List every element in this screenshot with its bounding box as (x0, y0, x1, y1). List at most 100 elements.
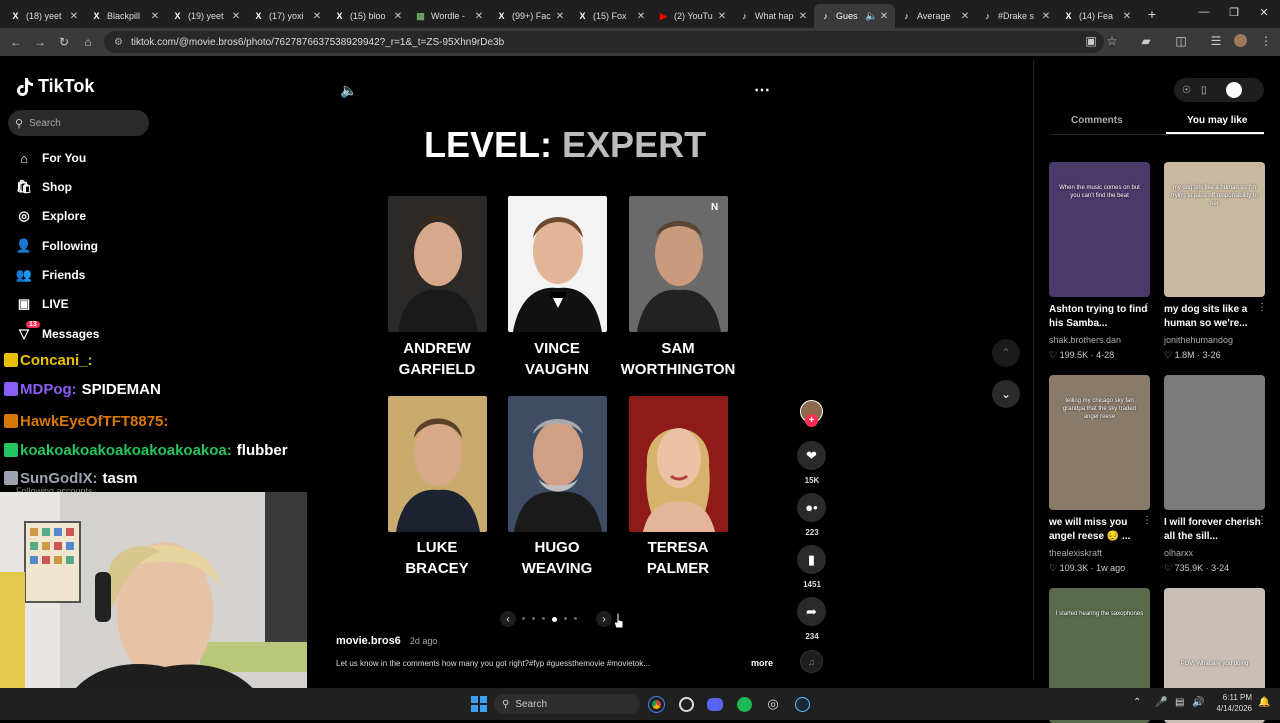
toggle-knob[interactable] (1226, 82, 1243, 98)
browser-tab[interactable]: ♪ What hap ✕ (733, 4, 814, 28)
recommended-video-author[interactable]: shak.brothers.dan (1049, 335, 1121, 345)
phone-icon[interactable]: ▯ (1201, 85, 1207, 96)
author-link[interactable]: movie.bros6 (336, 635, 401, 647)
comment-button[interactable]: ●• (797, 493, 826, 522)
tab-audio-icon[interactable]: 🔈 (865, 11, 877, 22)
network-icon[interactable]: ▤ (1175, 697, 1184, 708)
sidebar-item-shop[interactable]: 🛍 Shop (16, 176, 72, 198)
chrome-icon[interactable] (645, 694, 667, 714)
browser-tab[interactable]: X (14) Fea ✕ (1057, 4, 1138, 28)
sidebar-item-following[interactable]: 👤 Following (16, 235, 98, 257)
recommended-video-thumbnail[interactable]: When the music comes on but you can't fi… (1049, 162, 1150, 297)
recommended-video-thumbnail[interactable]: telling my chicago sky fan grandpa that … (1049, 375, 1150, 510)
maximize-icon[interactable]: ❐ (1226, 6, 1242, 19)
volume-tray-icon[interactable]: 🔊 (1192, 697, 1204, 708)
like-button[interactable]: ❤ (797, 441, 826, 470)
previous-video-button[interactable]: ⌃ (992, 339, 1020, 367)
bookmark-star-icon[interactable]: ☆ (1104, 34, 1120, 48)
tray-overflow-icon[interactable]: ⌃ (1133, 697, 1141, 708)
install-app-icon[interactable]: ▣ (1083, 34, 1099, 48)
tab-you-may-like[interactable]: You may like (1187, 115, 1247, 126)
close-tab-icon[interactable]: ✕ (231, 11, 241, 22)
address-bar[interactable]: ⚙ tiktok.com/@movie.bros6/photo/76278766… (104, 31, 1104, 53)
carousel-dot[interactable] (532, 617, 535, 620)
caption-more-button[interactable]: more (751, 658, 773, 668)
next-video-button[interactable]: ⌄ (992, 380, 1020, 408)
sidebar-item-live[interactable]: ▣ LIVE (16, 293, 69, 315)
notifications-icon[interactable]: 🔔 (1258, 697, 1270, 708)
video-more-icon[interactable]: ⋮ (1257, 515, 1267, 526)
close-tab-icon[interactable]: ✕ (879, 11, 889, 22)
search-input[interactable]: ⚲ Search (8, 110, 149, 136)
video-more-icon[interactable]: ⋮ (1257, 302, 1267, 313)
carousel-prev-button[interactable]: ‹ (500, 611, 516, 627)
follow-plus-button[interactable]: + (805, 414, 818, 427)
browser-tab[interactable]: X Blackpill ✕ (85, 4, 166, 28)
browser-tab[interactable]: X (15) Fox ✕ (571, 4, 652, 28)
taskbar-search[interactable]: ⚲ Search (494, 694, 640, 714)
browser-tab[interactable]: X (99+) Fac ✕ (490, 4, 571, 28)
video-more-icon[interactable]: ⋮ (1142, 302, 1152, 313)
site-info-icon[interactable]: ⚙ (114, 37, 123, 48)
browser-tab[interactable]: X (18) yeet ✕ (4, 4, 85, 28)
carousel-next-button[interactable]: › (596, 611, 612, 627)
side-panel-icon[interactable]: ◫ (1173, 34, 1189, 48)
tiktok-logo[interactable]: TikTok (16, 76, 94, 97)
recommended-video-author[interactable]: olharxx (1164, 548, 1193, 558)
recommended-video-thumbnail[interactable] (1164, 375, 1265, 510)
browser-menu-icon[interactable]: ⋮ (1258, 34, 1274, 48)
recommended-video-author[interactable]: jonithehumandog (1164, 335, 1233, 345)
back-icon[interactable]: ← (4, 35, 28, 49)
sidebar-item-messages[interactable]: ▽ 13 Messages (16, 321, 99, 345)
music-disc-icon[interactable]: ♫ (800, 650, 823, 673)
extensions-icon[interactable]: ▰ (1138, 34, 1154, 48)
save-button[interactable]: ▮ (797, 545, 826, 574)
share-button[interactable]: ➦ (797, 597, 826, 626)
carousel-dot[interactable] (542, 617, 545, 620)
carousel-dot[interactable] (522, 617, 525, 620)
browser-tab[interactable]: ♪ #Drake s ✕ (976, 4, 1057, 28)
browser-tab[interactable]: ▶ (2) YouTu ✕ (652, 4, 733, 28)
compass-icon[interactable]: ☉ (1182, 85, 1191, 96)
taskbar-clock[interactable]: 6:11 PM 4/14/2026 (1216, 692, 1252, 714)
profile-avatar[interactable] (1232, 34, 1248, 50)
obs-icon[interactable] (675, 694, 697, 714)
spotify-icon[interactable] (733, 694, 755, 714)
browser-tab[interactable]: ♪ Average ✕ (895, 4, 976, 28)
browser-tab[interactable]: ▦ Wordle - ✕ (409, 4, 490, 28)
minimize-icon[interactable]: — (1196, 6, 1212, 18)
steam-icon[interactable] (791, 694, 813, 714)
close-window-icon[interactable]: ✕ (1256, 6, 1272, 19)
sidebar-item-friends[interactable]: 👥 Friends (16, 264, 85, 286)
video-more-icon[interactable]: ⋮ (1142, 515, 1152, 526)
reload-icon[interactable]: ↻ (52, 35, 76, 49)
microphone-icon[interactable]: 🎤 (1155, 697, 1167, 708)
close-tab-icon[interactable]: ✕ (474, 11, 484, 22)
close-tab-icon[interactable]: ✕ (312, 11, 322, 22)
sidebar-item-explore[interactable]: ◎ Explore (16, 205, 86, 227)
home-icon[interactable]: ⌂ (76, 35, 100, 49)
close-tab-icon[interactable]: ✕ (636, 11, 646, 22)
close-tab-icon[interactable]: ✕ (1122, 11, 1132, 22)
close-tab-icon[interactable]: ✕ (798, 11, 808, 22)
close-tab-icon[interactable]: ✕ (960, 11, 970, 22)
close-tab-icon[interactable]: ✕ (1041, 11, 1051, 22)
carousel-dot[interactable] (564, 617, 567, 620)
close-tab-icon[interactable]: ✕ (150, 11, 160, 22)
recommended-video-title[interactable]: we will miss you angel reese 😔 ... (1049, 516, 1155, 544)
forward-icon[interactable]: → (28, 35, 52, 49)
start-button[interactable] (468, 694, 490, 714)
carousel-dot[interactable] (552, 617, 557, 622)
sidebar-item-for-you[interactable]: ⌂ For You (16, 147, 86, 169)
browser-tab[interactable]: X (19) yeet ✕ (166, 4, 247, 28)
recommended-video-title[interactable]: my dog sits like a human so we're... (1164, 303, 1270, 331)
browser-tab[interactable]: ♪ Gues 🔈 ✕ (814, 4, 895, 28)
recommended-video-title[interactable]: I will forever cherish all the sill... (1164, 516, 1270, 544)
close-tab-icon[interactable]: ✕ (555, 11, 565, 22)
close-tab-icon[interactable]: ✕ (393, 11, 403, 22)
volume-icon[interactable]: 🔈 (340, 82, 357, 99)
app-icon[interactable]: ◎ (762, 694, 784, 714)
browser-tab[interactable]: X (15) bloo ✕ (328, 4, 409, 28)
new-tab-button[interactable]: + (1142, 6, 1162, 22)
recommended-video-author[interactable]: thealexiskraft (1049, 548, 1102, 558)
